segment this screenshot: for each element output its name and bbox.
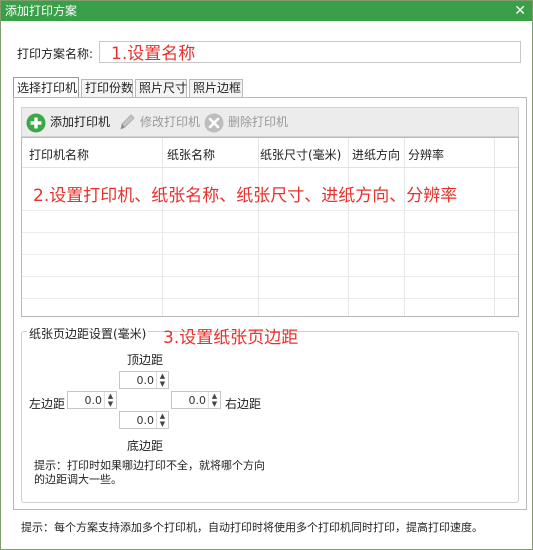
spin-arrows-icon[interactable]: ▲ ▼ (156, 412, 168, 428)
add-icon (26, 113, 46, 133)
margin-group-title: 纸张页边距设置(毫米) (27, 325, 149, 342)
bottom-margin-value: 0.0 (136, 414, 155, 427)
tab-label: 选择打印机 (17, 81, 78, 95)
printer-toolbar: 添加打印机 修改打印机 删除打印机 (21, 107, 519, 137)
window-title: 添加打印方案 (5, 4, 78, 18)
top-margin-label: 顶边距 (127, 353, 164, 367)
tab-photo-size[interactable]: 照片尺寸 (135, 79, 187, 98)
add-printer-button[interactable]: 添加打印机 (26, 108, 112, 136)
left-margin-value: 0.0 (84, 394, 103, 407)
delete-icon (204, 113, 224, 133)
bottom-margin-label: 底边距 (127, 439, 164, 453)
left-margin-stepper[interactable]: 0.0 ▲ ▼ (67, 391, 117, 409)
tab-photo-border[interactable]: 照片边框 (189, 79, 243, 98)
top-margin-value: 0.0 (136, 374, 155, 387)
left-margin-label: 左边距 (29, 397, 66, 411)
spin-arrows-icon[interactable]: ▲ ▼ (104, 392, 116, 408)
table-header: 打印机名称 纸张名称 纸张尺寸(毫米) 进纸方向 分辨率 (22, 138, 518, 168)
tab-label: 打印份数 (85, 81, 134, 95)
right-margin-label: 右边距 (225, 397, 262, 411)
table-row (22, 276, 518, 277)
close-icon[interactable]: ✕ (514, 1, 526, 21)
annotation-set-name: 1.设置名称 (111, 44, 196, 64)
pencil-icon (120, 114, 135, 130)
top-margin-stepper[interactable]: 0.0 ▲ ▼ (119, 371, 169, 389)
table-row (22, 210, 518, 211)
column-header-printer-name[interactable]: 打印机名称 (29, 146, 89, 163)
right-margin-value: 0.0 (188, 394, 207, 407)
printer-table[interactable]: 打印机名称 纸张名称 纸张尺寸(毫米) 进纸方向 分辨率 (21, 137, 519, 317)
bottom-margin-stepper[interactable]: 0.0 ▲ ▼ (119, 411, 169, 429)
table-row (22, 254, 518, 255)
add-printer-label: 添加打印机 (50, 115, 111, 129)
delete-printer-button[interactable]: 删除打印机 (204, 108, 288, 136)
column-header-feed-direction[interactable]: 进纸方向 (352, 146, 400, 163)
column-header-paper-name[interactable]: 纸张名称 (167, 146, 215, 163)
scheme-name-label: 打印方案名称: (17, 47, 94, 61)
edit-printer-button[interactable]: 修改打印机 (118, 108, 201, 136)
tab-copies[interactable]: 打印份数 (81, 79, 133, 98)
annotation-set-printer: 2.设置打印机、纸张名称、纸张尺寸、进纸方向、分辨率 (33, 186, 458, 206)
add-print-scheme-dialog: 添加打印方案 ✕ 打印方案名称: 1.设置名称 选择打印机 打印份数 照片尺寸 … (0, 0, 533, 550)
spin-arrows-icon[interactable]: ▲ ▼ (156, 372, 168, 388)
delete-printer-label: 删除打印机 (228, 115, 289, 129)
tab-select-printer[interactable]: 选择打印机 (13, 77, 79, 98)
table-row (22, 298, 518, 299)
footer-hint-text: 提示：每个方案支持添加多个打印机，自动打印时将使用多个打印机同时打印，提高打印速… (21, 521, 483, 534)
edit-printer-label: 修改打印机 (140, 115, 201, 129)
margin-hint-text: 提示：打印时如果哪边打印不全，就将哪个方向的边距调大一些。 (34, 459, 265, 486)
tab-label: 照片尺寸 (139, 81, 188, 95)
right-margin-stepper[interactable]: 0.0 ▲ ▼ (171, 391, 221, 409)
title-bar: 添加打印方案 ✕ (1, 1, 532, 21)
tab-label: 照片边框 (193, 81, 242, 95)
spin-arrows-icon[interactable]: ▲ ▼ (208, 392, 220, 408)
column-header-resolution[interactable]: 分辨率 (408, 146, 444, 163)
annotation-set-margins: 3.设置纸张页边距 (163, 328, 299, 348)
table-row (22, 232, 518, 233)
column-header-paper-size[interactable]: 纸张尺寸(毫米) (260, 146, 341, 163)
